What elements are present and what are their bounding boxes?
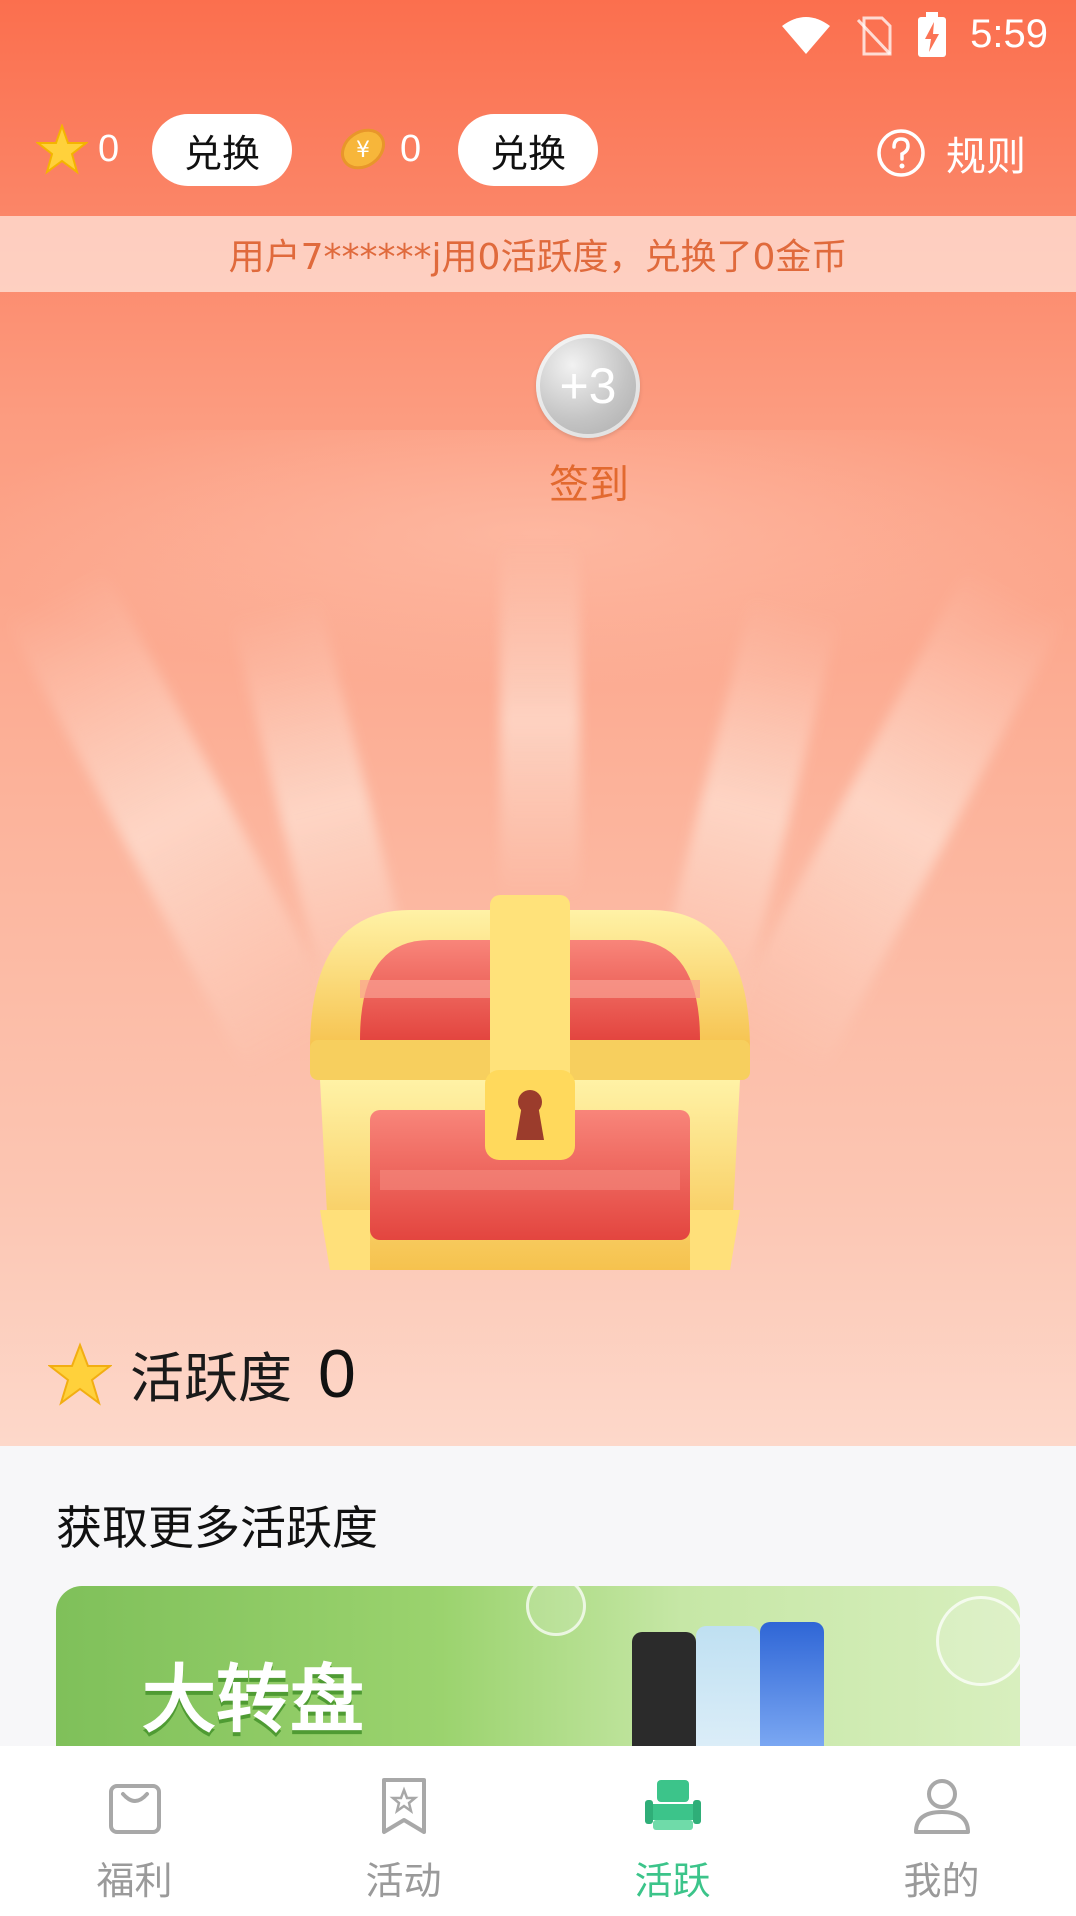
user-icon	[913, 1779, 970, 1834]
coin-icon: ¥	[341, 128, 385, 170]
exchange-stars-button[interactable]: 兑换	[152, 114, 292, 186]
chair-icon	[644, 1780, 701, 1830]
battery-charging-icon	[918, 12, 946, 57]
rules-label: 规则	[946, 134, 1026, 180]
rules-button[interactable]: 规则	[876, 124, 1026, 182]
banner-title: 大转盘	[142, 1657, 364, 1743]
nav-label: 福利	[96, 1859, 173, 1903]
star-icon	[36, 124, 88, 175]
checkin-coin: +3	[536, 334, 640, 438]
status-bar: 5:59	[0, 0, 1076, 76]
status-time: 5:59	[970, 12, 1048, 56]
nav-label: 活跃	[634, 1859, 711, 1903]
nav-label: 我的	[903, 1859, 980, 1903]
exchange-marquee: 用户7******j用0活跃度，兑换了0金币	[0, 216, 1076, 292]
nav-item-active[interactable]: 活跃	[538, 1746, 807, 1916]
marquee-text: 用户7******j用0活跃度，兑换了0金币	[228, 237, 848, 278]
nav-item-profile[interactable]: 我的	[807, 1746, 1076, 1916]
activity-value: 0	[318, 1335, 356, 1412]
bottom-nav: 福利 活动 活跃 我的	[0, 1746, 1076, 1916]
checkin-label: 签到	[549, 462, 629, 508]
bookmark-star-icon	[381, 1778, 426, 1834]
svg-text:¥: ¥	[356, 138, 370, 163]
wifi-icon	[782, 17, 830, 54]
checkin-button[interactable]: +3 签到	[536, 334, 642, 510]
nav-item-welfare[interactable]: 福利	[0, 1746, 269, 1916]
star-icon	[48, 1341, 112, 1406]
no-sim-icon	[856, 16, 892, 56]
treasure-chest[interactable]	[290, 880, 770, 1300]
section-title: 获取更多活跃度	[56, 1501, 378, 1555]
activity-score: 活跃度 0	[48, 1334, 356, 1413]
exchange-coins-button[interactable]: 兑换	[458, 114, 598, 186]
light-ray	[500, 540, 580, 900]
bag-icon	[108, 1784, 161, 1834]
checkin-reward: +3	[559, 358, 617, 414]
coins-count: 0	[400, 128, 422, 170]
bubble-decoration	[526, 1586, 586, 1636]
bubble-decoration	[936, 1596, 1020, 1686]
activity-label: 活跃度	[130, 1347, 292, 1410]
top-bar: 0 兑换 ¥ 0 兑换 规则	[0, 110, 1076, 192]
nav-item-events[interactable]: 活动	[269, 1746, 538, 1916]
help-icon	[877, 129, 925, 177]
stars-count: 0	[98, 128, 120, 170]
nav-label: 活动	[365, 1859, 442, 1903]
